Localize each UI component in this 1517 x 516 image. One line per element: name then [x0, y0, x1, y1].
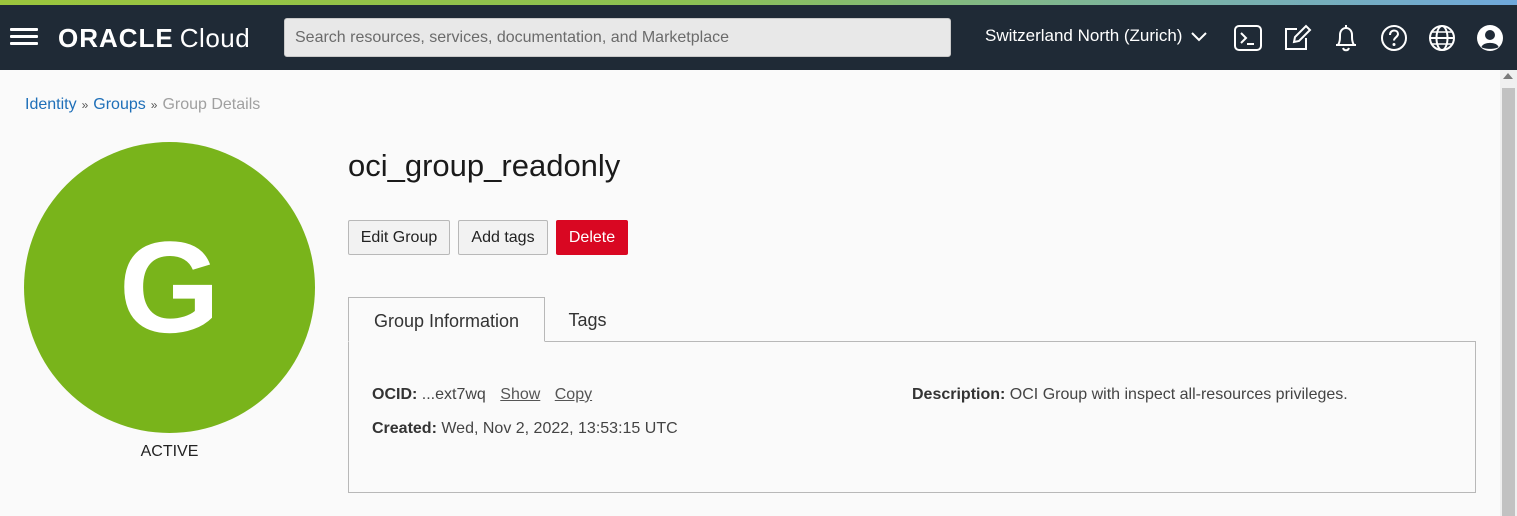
- created-value: Wed, Nov 2, 2022, 13:53:15 UTC: [441, 420, 678, 437]
- delete-button[interactable]: Delete: [556, 220, 628, 255]
- description-value: OCI Group with inspect all-resources pri…: [1009, 386, 1348, 403]
- tab-group-information[interactable]: Group Information: [348, 297, 545, 342]
- globe-icon[interactable]: [1427, 23, 1457, 53]
- show-ocid-link[interactable]: Show: [500, 386, 540, 403]
- status-label: ACTIVE: [140, 443, 199, 460]
- hamburger-menu-icon[interactable]: [10, 28, 38, 46]
- tab-tags[interactable]: Tags: [545, 297, 630, 342]
- top-navigation-bar: ORACLECloud Switzerland North (Zurich): [0, 5, 1517, 70]
- add-tags-button[interactable]: Add tags: [458, 220, 548, 255]
- bell-icon[interactable]: [1331, 23, 1361, 53]
- breadcrumb-groups[interactable]: Groups: [93, 96, 145, 113]
- scrollbar-thumb[interactable]: [1502, 88, 1515, 516]
- breadcrumb-separator: »: [150, 98, 158, 112]
- scroll-up-arrow-icon[interactable]: [1503, 73, 1513, 79]
- region-label: Switzerland North (Zurich): [985, 26, 1183, 45]
- breadcrumb-separator: »: [81, 98, 89, 112]
- ocid-label: OCID:: [372, 386, 418, 403]
- edit-group-button[interactable]: Edit Group: [348, 220, 450, 255]
- logo-brand: ORACLE: [58, 23, 174, 53]
- region-selector[interactable]: Switzerland North (Zurich): [985, 26, 1207, 46]
- oracle-cloud-logo[interactable]: ORACLE Cloud: [58, 23, 250, 54]
- search-input[interactable]: [284, 18, 951, 57]
- profile-icon[interactable]: [1475, 23, 1505, 53]
- ocid-field: OCID: ...ext7wq Show Copy: [372, 386, 592, 404]
- cloud-shell-icon[interactable]: [1233, 23, 1263, 53]
- chevron-down-icon: [1191, 31, 1207, 41]
- created-label: Created:: [372, 420, 437, 437]
- logo-product: Cloud: [179, 23, 251, 53]
- breadcrumb-current: Group Details: [162, 96, 261, 113]
- breadcrumb-identity[interactable]: Identity: [25, 96, 77, 113]
- edit-icon[interactable]: [1282, 23, 1312, 53]
- description-label: Description:: [912, 386, 1006, 403]
- group-information-panel: OCID: ...ext7wq Show Copy Created: Wed, …: [348, 341, 1476, 493]
- copy-ocid-link[interactable]: Copy: [555, 386, 592, 403]
- group-avatar: G: [24, 142, 315, 433]
- help-icon[interactable]: [1379, 23, 1409, 53]
- ocid-value: ...ext7wq: [421, 386, 486, 403]
- description-field: Description: OCI Group with inspect all-…: [912, 386, 1348, 404]
- created-field: Created: Wed, Nov 2, 2022, 13:53:15 UTC: [372, 420, 678, 438]
- breadcrumb: Identity » Groups » Group Details: [25, 96, 260, 114]
- page-title: oci_group_readonly: [348, 148, 621, 183]
